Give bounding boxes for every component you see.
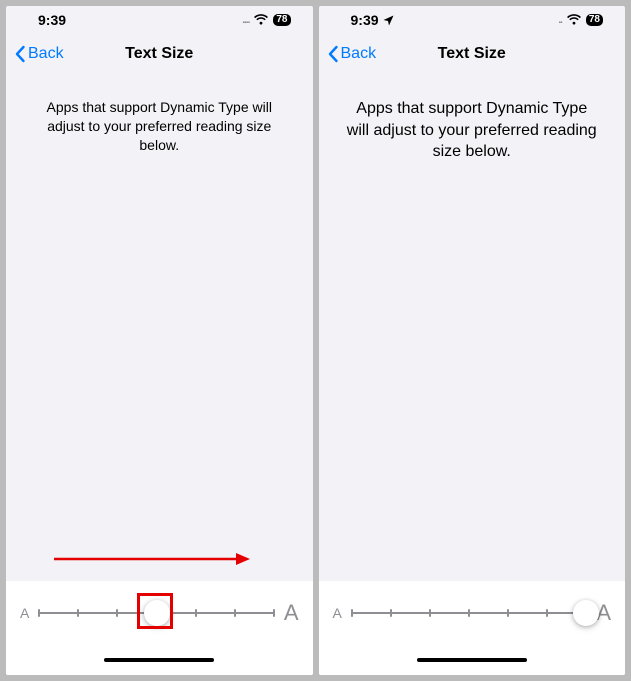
back-label: Back [341, 45, 377, 63]
status-right: .... 78 [242, 14, 290, 26]
status-bar: 9:39 .. 78 [319, 6, 626, 34]
home-indicator[interactable] [417, 658, 527, 662]
status-bar: 9:39 .... 78 [6, 6, 313, 34]
nav-bar: Back Text Size [6, 34, 313, 74]
slider-min-label: A [20, 605, 29, 621]
text-size-slider[interactable] [39, 598, 273, 628]
chevron-left-icon [327, 45, 339, 63]
slider-max-label: A [284, 600, 299, 626]
slider-tick [195, 609, 197, 617]
text-size-slider-panel: A A [319, 581, 626, 645]
battery-icon: 78 [273, 14, 290, 26]
wifi-icon [253, 14, 269, 26]
slider-min-label: A [333, 605, 342, 621]
slider-tick [38, 609, 40, 617]
phone-screen-left: 9:39 .... 78 Back Text Size Apps that su… [6, 6, 313, 675]
home-indicator[interactable] [104, 658, 214, 662]
battery-icon: 78 [586, 14, 603, 26]
slider-tick [77, 609, 79, 617]
slider-tick [234, 609, 236, 617]
slider-tick [429, 609, 431, 617]
back-button[interactable]: Back [327, 45, 377, 63]
slider-tick [468, 609, 470, 617]
status-right: .. 78 [558, 14, 603, 26]
text-size-slider-panel: A A [6, 581, 313, 645]
wifi-icon [566, 14, 582, 26]
slider-thumb[interactable] [573, 600, 599, 626]
text-size-slider[interactable] [352, 598, 586, 628]
home-indicator-area [6, 645, 313, 675]
cellular-dots-icon: .. [558, 15, 562, 26]
cellular-dots-icon: .... [242, 15, 249, 26]
slider-tick [546, 609, 548, 617]
dynamic-type-description: Apps that support Dynamic Type will adju… [345, 98, 600, 163]
dynamic-type-description: Apps that support Dynamic Type will adju… [32, 98, 287, 155]
status-time: 9:39 [351, 12, 379, 28]
slider-tick [273, 609, 275, 617]
location-icon [383, 15, 394, 26]
content-area: Apps that support Dynamic Type will adju… [319, 74, 626, 581]
nav-bar: Back Text Size [319, 34, 626, 74]
home-indicator-area [319, 645, 626, 675]
content-area: Apps that support Dynamic Type will adju… [6, 74, 313, 581]
phone-screen-right: 9:39 .. 78 Back Text Size Apps that supp… [319, 6, 626, 675]
slider-tick [507, 609, 509, 617]
slider-tick [351, 609, 353, 617]
slider-tick [390, 609, 392, 617]
back-label: Back [28, 45, 64, 63]
back-button[interactable]: Back [14, 45, 64, 63]
slider-tick [116, 609, 118, 617]
status-time: 9:39 [38, 12, 66, 28]
chevron-left-icon [14, 45, 26, 63]
slider-thumb[interactable] [144, 600, 170, 626]
